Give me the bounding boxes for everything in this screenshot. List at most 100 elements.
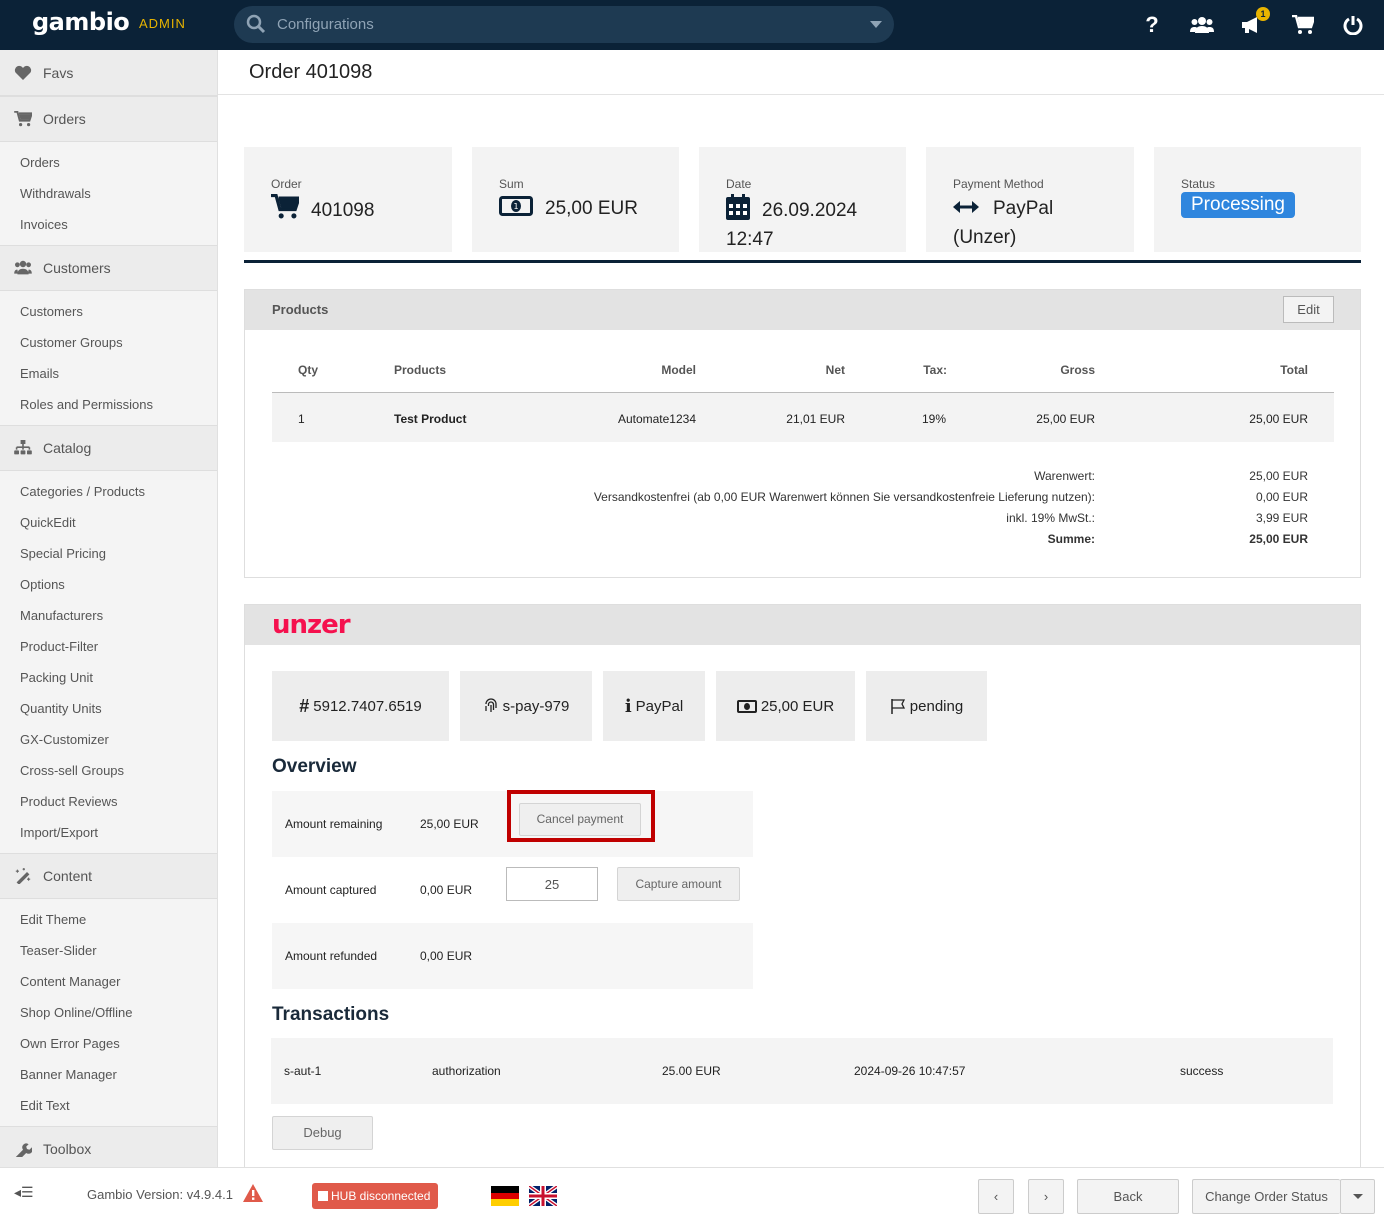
payment-card-label: Payment Method	[953, 177, 1044, 191]
cart-icon[interactable]	[1290, 12, 1316, 38]
money-icon	[736, 699, 757, 713]
sidebar-group-label: Customers	[43, 260, 111, 276]
customers-icon[interactable]	[1189, 12, 1215, 38]
total-label: inkl. 19% MwSt.:	[1006, 511, 1095, 525]
date-value: 26.09.2024	[762, 200, 858, 221]
sidebar-item[interactable]: Content Manager	[0, 966, 217, 997]
chip-short-id-text: s-pay-979	[502, 697, 570, 715]
sidebar-item[interactable]: QuickEdit	[0, 507, 217, 538]
sidebar-item[interactable]: Shop Online/Offline	[0, 997, 217, 1028]
power-icon[interactable]	[1340, 12, 1366, 38]
sidebar-group-customers[interactable]: Customers	[0, 245, 217, 291]
col-qty: Qty	[272, 348, 360, 393]
back-button[interactable]: Back	[1077, 1179, 1179, 1214]
sidebar-item[interactable]: Special Pricing	[0, 538, 217, 569]
chip-method: i PayPal	[603, 671, 705, 741]
products-header: Products Edit	[245, 290, 1360, 330]
row-product-name[interactable]: Test Product	[360, 392, 508, 442]
total-label: Summe:	[1047, 532, 1095, 546]
chevron-down-icon[interactable]	[870, 21, 882, 28]
sidebar-group-content[interactable]: Content	[0, 853, 217, 899]
change-order-status-button[interactable]: Change Order Status	[1192, 1179, 1340, 1214]
top-bar: gambio ADMIN Configurations ? 1	[0, 0, 1384, 50]
chip-amount: 25,00 EUR	[716, 671, 855, 741]
payment-sub: (Unzer)	[953, 227, 1017, 248]
sidebar-item[interactable]: Packing Unit	[0, 662, 217, 693]
sidebar-item[interactable]: Product Reviews	[0, 786, 217, 817]
total-label: Versandkostenfrei (ab 0,00 EUR Warenwert…	[593, 490, 1095, 504]
sidebar-item[interactable]: Manufacturers	[0, 600, 217, 631]
total-label: Warenwert:	[1034, 469, 1095, 483]
sum-card-label: Sum	[499, 177, 524, 191]
capture-amount-input[interactable]	[506, 867, 598, 901]
search-input[interactable]: Configurations	[234, 6, 894, 43]
next-order-button[interactable]: ›	[1028, 1179, 1064, 1214]
sidebar-item[interactable]: Import/Export	[0, 817, 217, 848]
sidebar-group-label: Catalog	[43, 440, 92, 456]
sidebar-item[interactable]: Edit Text	[0, 1090, 217, 1121]
chip-method-text: PayPal	[635, 697, 684, 715]
warning-icon[interactable]	[242, 1183, 264, 1203]
previous-order-button[interactable]: ‹	[978, 1179, 1014, 1214]
help-icon[interactable]: ?	[1139, 12, 1165, 38]
sidebar-item[interactable]: Customers	[0, 296, 217, 327]
hub-icon	[318, 1191, 328, 1201]
sidebar-favs-label: Favs	[43, 64, 74, 81]
sidebar-item[interactable]: Product-Filter	[0, 631, 217, 662]
sidebar-item[interactable]: Teaser-Slider	[0, 935, 217, 966]
change-status-dropdown[interactable]	[1340, 1179, 1375, 1214]
calendar-icon	[726, 194, 750, 220]
sidebar-item[interactable]: Customer Groups	[0, 327, 217, 358]
sidebar-group-label: Orders	[43, 111, 86, 127]
debug-button[interactable]: Debug	[272, 1116, 373, 1150]
hub-status-text: HUB disconnected	[331, 1189, 431, 1203]
overview-row-captured: Amount captured 0,00 EUR Capture amount	[272, 857, 753, 923]
col-total: Total	[1095, 348, 1334, 393]
gambio-logo[interactable]: gambio	[32, 8, 130, 36]
sidebar-item[interactable]: Options	[0, 569, 217, 600]
sidebar-group-toolbox[interactable]: Toolbox	[0, 1126, 217, 1167]
transaction-row: s-aut-1 authorization 25.00 EUR 2024-09-…	[271, 1038, 1333, 1104]
sidebar-item[interactable]: Orders	[0, 147, 217, 178]
total-row: Summe: 25,00 EUR	[272, 529, 1334, 550]
sidebar-item[interactable]: Invoices	[0, 209, 217, 240]
sidebar-item[interactable]: Banner Manager	[0, 1059, 217, 1090]
total-row: Versandkostenfrei (ab 0,00 EUR Warenwert…	[272, 487, 1334, 508]
sidebar-item[interactable]: Cross-sell Groups	[0, 755, 217, 786]
german-flag-icon[interactable]	[491, 1186, 519, 1206]
uk-flag-icon[interactable]	[529, 1186, 557, 1206]
sidebar-item[interactable]: Quantity Units	[0, 693, 217, 724]
status-card-label: Status	[1181, 177, 1216, 191]
total-row: Warenwert: 25,00 EUR	[272, 466, 1334, 487]
sidebar-item[interactable]: Roles and Permissions	[0, 389, 217, 420]
sidebar-item[interactable]: Own Error Pages	[0, 1028, 217, 1059]
version-text: Gambio Version: v4.9.4.1	[87, 1187, 233, 1202]
total-value: 25,00 EUR	[1249, 469, 1308, 483]
sidebar-group-orders[interactable]: Orders	[0, 96, 217, 142]
sidebar-item[interactable]: Categories / Products	[0, 476, 217, 507]
sum-card: Sum 1 25,00 EUR	[472, 147, 679, 252]
chip-short-id: s-pay-979	[460, 671, 592, 741]
wrench-icon	[15, 1143, 32, 1157]
hash-icon: #	[299, 695, 310, 716]
sidebar-item[interactable]: Withdrawals	[0, 178, 217, 209]
unzer-header: unzer	[245, 605, 1360, 645]
capture-amount-button[interactable]: Capture amount	[617, 867, 740, 901]
overview-label: Amount captured	[285, 883, 377, 897]
sidebar-favs[interactable]: Favs	[0, 50, 217, 96]
products-title: Products	[272, 302, 329, 317]
status-card: Status Processing	[1154, 147, 1361, 252]
edit-products-button[interactable]: Edit	[1283, 296, 1334, 323]
sidebar: Favs Orders Orders Withdrawals Invoices Cust…	[0, 50, 218, 1167]
sidebar-item[interactable]: Edit Theme	[0, 904, 217, 935]
overview-value: 25,00 EUR	[420, 817, 479, 831]
sidebar-item[interactable]: GX-Customizer	[0, 724, 217, 755]
products-panel: Products Edit Qty Products Model Net Tax…	[244, 289, 1361, 578]
sidebar-item[interactable]: Emails	[0, 358, 217, 389]
date-card: Date 26.09.2024 12:47	[699, 147, 906, 252]
sidebar-group-catalog[interactable]: Catalog	[0, 425, 217, 471]
toggle-sidebar-icon[interactable]: ◂☰	[14, 1184, 34, 1201]
status-badge[interactable]: Processing	[1181, 192, 1295, 218]
hub-status-badge[interactable]: HUB disconnected	[312, 1183, 438, 1209]
products-table: Qty Products Model Net Tax: Gross Total …	[272, 348, 1334, 442]
